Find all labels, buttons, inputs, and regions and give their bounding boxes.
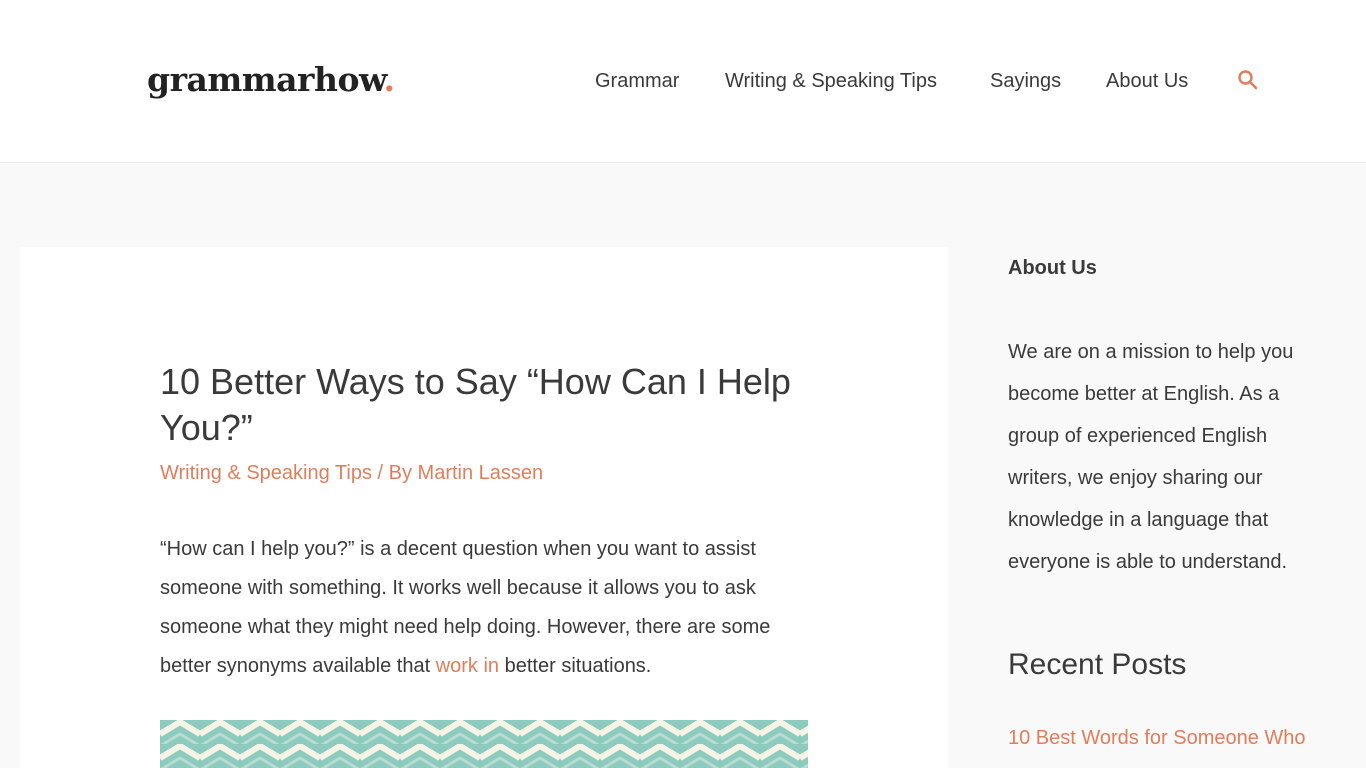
nav-item-about-us[interactable]: About Us [1106, 67, 1188, 95]
post-category-link[interactable]: Writing & Speaking Tips [160, 462, 372, 484]
chevron-pattern [160, 720, 808, 768]
recent-posts-title: Recent Posts [1008, 648, 1187, 681]
post-meta: Writing & Speaking Tips / By Martin Lass… [160, 459, 543, 487]
post-title: 10 Better Ways to Say “How Can I Help Yo… [160, 361, 791, 448]
nav-item-sayings[interactable]: Sayings [990, 67, 1061, 95]
about-widget-title: About Us [1008, 257, 1097, 279]
post-inline-link[interactable]: work in [436, 655, 499, 677]
post-author-link[interactable]: Martin Lassen [418, 462, 544, 484]
nav-item-writing-speaking-tips[interactable]: Writing & Speaking Tips [725, 67, 937, 95]
recent-post-link[interactable]: 10 Best Words for Someone Who [1008, 724, 1306, 752]
post-intro-paragraph: “How can I help you?” is a decent questi… [160, 530, 820, 686]
post-intro-text-end: better situations. [499, 655, 652, 677]
main-nav: Grammar Writing & Speaking Tips Sayings … [0, 67, 1366, 97]
nav-item-grammar[interactable]: Grammar [595, 67, 679, 95]
about-widget-text: We are on a mission to help you become b… [1008, 341, 1294, 573]
article-card: 10 Better Ways to Say “How Can I Help Yo… [20, 247, 948, 768]
search-icon[interactable] [1236, 68, 1260, 92]
site-header: grammarhow. Grammar Writing & Speaking T… [0, 0, 1366, 163]
post-meta-separator: / By [371, 462, 418, 484]
featured-image [160, 720, 808, 768]
